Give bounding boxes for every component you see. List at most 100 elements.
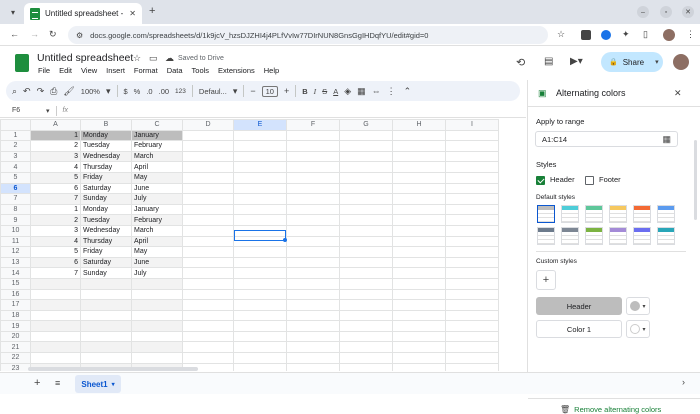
grid-cell[interactable]: [286, 129, 340, 142]
grid-cell[interactable]: [339, 150, 393, 163]
grid-cell[interactable]: [445, 193, 499, 205]
grid-cell[interactable]: [182, 235, 234, 248]
grid-cell[interactable]: [339, 140, 393, 152]
grid-cell[interactable]: [339, 341, 393, 354]
grid-cell[interactable]: [182, 246, 234, 258]
row-header[interactable]: 15: [0, 277, 31, 290]
grid-cell[interactable]: [339, 267, 393, 279]
grid-cell[interactable]: [233, 341, 287, 354]
style-swatch[interactable]: [657, 227, 675, 245]
grid-cell[interactable]: 5: [30, 171, 81, 184]
grid-cell[interactable]: [182, 320, 234, 332]
font-dropdown-icon[interactable]: ▾: [233, 86, 238, 97]
close-panel-icon[interactable]: ✕: [674, 88, 682, 99]
row-header[interactable]: 9: [0, 214, 31, 226]
grid-cell[interactable]: [445, 267, 499, 279]
grid-cell[interactable]: [182, 182, 234, 195]
grid-cell[interactable]: [445, 299, 499, 311]
grid-cell[interactable]: April: [131, 235, 183, 248]
row-header[interactable]: 20: [0, 330, 31, 343]
grid-cell[interactable]: Saturday: [80, 256, 132, 269]
menu-item[interactable]: Tools: [192, 66, 210, 75]
grid-cell[interactable]: [339, 182, 393, 195]
grid-cell[interactable]: June: [131, 182, 183, 195]
sheet-tab[interactable]: Sheet1 ▾: [75, 375, 121, 393]
spreadsheet-grid[interactable]: ABCDEFGHI 1 1 Monday January 2 2 Tuesday Februa…: [0, 119, 526, 371]
grid-cell[interactable]: [182, 330, 234, 343]
grid-cell[interactable]: 6: [30, 182, 81, 195]
grid-cell[interactable]: [182, 203, 234, 216]
row-header[interactable]: 10: [0, 224, 31, 237]
grid-cell[interactable]: [392, 246, 446, 258]
grid-cell[interactable]: [182, 352, 234, 364]
row-header[interactable]: 21: [0, 341, 31, 354]
grid-cell[interactable]: [131, 277, 183, 290]
grid-cell[interactable]: [286, 299, 340, 311]
font-size-increase-icon[interactable]: +: [284, 86, 289, 96]
row-header[interactable]: 3: [0, 150, 31, 163]
forward-icon[interactable]: →: [30, 29, 39, 39]
row-header[interactable]: 8: [0, 203, 31, 216]
increase-decimal-button[interactable]: .00: [159, 87, 169, 96]
grid-cell[interactable]: [30, 341, 81, 354]
column-header[interactable]: A: [30, 119, 81, 131]
explore-icon[interactable]: ›: [682, 377, 685, 387]
grid-cell[interactable]: [233, 267, 287, 279]
bold-button[interactable]: B: [302, 87, 307, 96]
grid-cell[interactable]: [182, 224, 234, 237]
grid-cell[interactable]: [445, 150, 499, 163]
grid-cell[interactable]: July: [131, 193, 183, 205]
fill-handle[interactable]: [283, 238, 287, 242]
grid-cell[interactable]: [30, 277, 81, 290]
italic-button[interactable]: I: [314, 87, 317, 96]
omnibox[interactable]: ⚙ docs.google.com/spreadsheets/d/1k9jcV_…: [68, 26, 548, 44]
grid-cell[interactable]: [286, 352, 340, 364]
grid-cell[interactable]: [233, 299, 287, 311]
grid-cell[interactable]: 7: [30, 267, 81, 279]
grid-cell[interactable]: [30, 352, 81, 364]
grid-cell[interactable]: [339, 246, 393, 258]
header-color-button[interactable]: Header: [536, 297, 622, 315]
grid-cell[interactable]: [286, 161, 340, 173]
style-swatch[interactable]: [561, 227, 579, 245]
style-swatch[interactable]: [609, 227, 627, 245]
row-header[interactable]: 1: [0, 129, 31, 142]
browser-menu-icon[interactable]: ⋮: [686, 29, 695, 40]
grid-cell[interactable]: Wednesday: [80, 150, 132, 163]
grid-cell[interactable]: February: [131, 214, 183, 226]
collapse-toolbar-icon[interactable]: ⌃: [404, 86, 412, 97]
column-header[interactable]: H: [392, 119, 446, 131]
grid-cell[interactable]: [286, 150, 340, 163]
select-range-icon[interactable]: ▦: [662, 134, 671, 145]
menu-item[interactable]: Edit: [59, 66, 72, 75]
grid-cell[interactable]: June: [131, 256, 183, 269]
site-info-icon[interactable]: ⚙: [76, 31, 83, 40]
grid-cell[interactable]: [392, 267, 446, 279]
grid-cell[interactable]: [182, 140, 234, 152]
grid-cell[interactable]: [182, 341, 234, 354]
remove-alternating-colors-button[interactable]: 🗑 Remove alternating colors: [560, 405, 661, 414]
select-all-corner[interactable]: [0, 119, 31, 131]
grid-cell[interactable]: 7: [30, 193, 81, 205]
grid-cell[interactable]: [445, 224, 499, 237]
column-header[interactable]: E: [233, 119, 287, 131]
grid-cell[interactable]: [286, 330, 340, 343]
browser-tab[interactable]: Untitled spreadsheet - G ✕: [24, 3, 142, 24]
grid-cell[interactable]: [182, 299, 234, 311]
grid-cell[interactable]: [233, 309, 287, 322]
grid-cell[interactable]: [233, 150, 287, 163]
add-sheet-icon[interactable]: +: [34, 377, 40, 389]
grid-cell[interactable]: [80, 309, 132, 322]
share-button[interactable]: 🔒 Share ▾: [601, 52, 663, 72]
grid-cell[interactable]: 1: [30, 203, 81, 216]
grid-cell[interactable]: [286, 256, 340, 269]
menu-item[interactable]: Format: [134, 66, 158, 75]
grid-cell[interactable]: 4: [30, 161, 81, 173]
grid-cell[interactable]: [445, 362, 499, 371]
back-icon[interactable]: ←: [10, 29, 19, 39]
grid-cell[interactable]: [392, 352, 446, 364]
grid-cell[interactable]: [233, 193, 287, 205]
grid-cell[interactable]: [392, 150, 446, 163]
grid-cell[interactable]: 2: [30, 214, 81, 226]
grid-cell[interactable]: Tuesday: [80, 140, 132, 152]
